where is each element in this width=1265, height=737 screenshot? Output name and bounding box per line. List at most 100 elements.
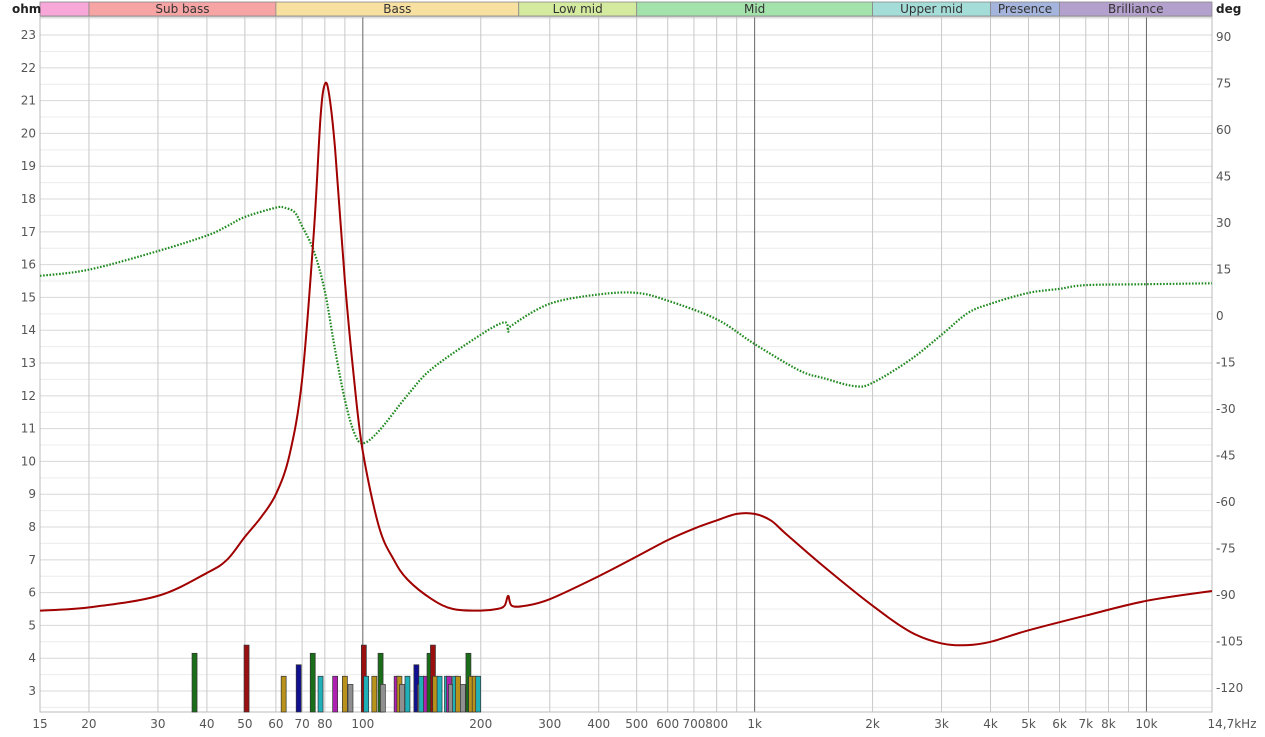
plot-frame xyxy=(39,16,1213,713)
x-tick-label: 8k xyxy=(1101,717,1116,731)
band-label: Presence xyxy=(998,2,1052,16)
x-tick-label: 500 xyxy=(625,717,648,731)
y-left-tick-label: 6 xyxy=(28,586,36,600)
band-low xyxy=(39,1,90,17)
y-left-tick-label: 10 xyxy=(21,454,36,468)
x-tick-label: 1k xyxy=(747,717,762,731)
y-right-tick-label: 90 xyxy=(1216,30,1231,44)
y-left-tick-label: 20 xyxy=(21,126,36,140)
x-tick-label: 600 xyxy=(656,717,679,731)
mode-bar xyxy=(191,652,198,713)
y-left-tick-label: 18 xyxy=(21,192,36,206)
x-tick-label: 5k xyxy=(1021,717,1036,731)
impedance-phase-chart: Sub bass Bass Low mid Mid Upper mid Presence B… xyxy=(12,1,1257,731)
y-right-tick-label: -45 xyxy=(1216,449,1236,463)
x-tick-label: 80 xyxy=(317,717,332,731)
y-left-tick-label: 14 xyxy=(21,323,36,337)
band-label: Mid xyxy=(744,2,765,16)
y-left-tick-label: 13 xyxy=(21,356,36,370)
frequency-bands: Sub bass Bass Low mid Mid Upper mid Presence B… xyxy=(39,1,1213,17)
y-right-tick-label: -105 xyxy=(1216,635,1243,649)
mode-bar xyxy=(418,675,425,713)
x-tick-label: 30 xyxy=(150,717,165,731)
x-tick-label: 3k xyxy=(934,717,949,731)
mode-bar xyxy=(404,675,411,713)
y-right-tick-label: 15 xyxy=(1216,263,1231,277)
y-right-tick-label: -30 xyxy=(1216,402,1236,416)
y-left-tick-label: 11 xyxy=(21,422,36,436)
x-tick-label: 300 xyxy=(538,717,561,731)
room-mode-markers xyxy=(191,644,482,713)
y-left-tick-label: 19 xyxy=(21,159,36,173)
axes: ohm deg3456789101112131415161718192021222… xyxy=(12,2,1257,731)
mode-bar xyxy=(399,684,405,713)
mode-bar xyxy=(317,675,324,713)
left-axis-unit: ohm xyxy=(12,2,41,16)
x-tick-label: 400 xyxy=(587,717,610,731)
band-label: Upper mid xyxy=(900,2,963,16)
y-left-tick-label: 9 xyxy=(28,487,36,501)
x-tick-label: 800 xyxy=(705,717,728,731)
x-tick-label: 40 xyxy=(199,717,214,731)
mode-bar xyxy=(243,644,250,713)
mode-bar xyxy=(455,675,461,713)
y-right-tick-label: -120 xyxy=(1216,681,1243,695)
band-label: Low mid xyxy=(553,2,603,16)
mode-bar xyxy=(371,675,378,713)
x-tick-label: 7k xyxy=(1078,717,1093,731)
impedance-curve xyxy=(39,81,1213,647)
band-label: Brilliance xyxy=(1108,2,1163,16)
y-right-tick-label: -75 xyxy=(1216,542,1236,556)
mode-bar xyxy=(309,652,316,713)
y-right-tick-label: 75 xyxy=(1216,77,1231,91)
y-left-tick-label: 7 xyxy=(28,553,36,567)
x-tick-label: 20 xyxy=(81,717,96,731)
mode-bar xyxy=(436,675,443,713)
mode-bar xyxy=(380,684,386,713)
band-label: Bass xyxy=(383,2,411,16)
x-tick-label: 10k xyxy=(1135,717,1157,731)
x-tick-label: 2k xyxy=(865,717,880,731)
mode-bar xyxy=(459,684,466,713)
x-tick-label: 6k xyxy=(1052,717,1067,731)
mode-bar xyxy=(347,684,354,713)
y-left-tick-label: 5 xyxy=(28,618,36,632)
y-left-tick-label: 12 xyxy=(21,389,36,403)
y-right-tick-label: -15 xyxy=(1216,356,1236,370)
y-right-tick-label: -90 xyxy=(1216,588,1236,602)
y-left-tick-label: 8 xyxy=(28,520,36,534)
y-left-tick-label: 15 xyxy=(21,290,36,304)
band-label: Sub bass xyxy=(155,2,209,16)
y-right-tick-label: 30 xyxy=(1216,216,1231,230)
y-left-tick-label: 17 xyxy=(21,225,36,239)
y-left-tick-label: 23 xyxy=(21,28,36,42)
y-left-tick-label: 21 xyxy=(21,94,36,108)
grid xyxy=(39,16,1213,713)
series xyxy=(39,81,1213,647)
x-tick-label: 700 xyxy=(682,717,705,731)
y-right-tick-label: 45 xyxy=(1216,170,1231,184)
y-right-tick-label: 0 xyxy=(1216,309,1224,323)
x-tick-label: 4k xyxy=(983,717,998,731)
x-tick-label: 70 xyxy=(294,717,309,731)
mode-bar xyxy=(280,675,287,713)
x-tick-label: 15 xyxy=(32,717,47,731)
y-right-tick-label: -60 xyxy=(1216,495,1236,509)
x-tick-label: 50 xyxy=(237,717,252,731)
mode-bar xyxy=(332,675,339,713)
mode-bar xyxy=(363,675,370,713)
mode-bar xyxy=(342,675,348,713)
phase-curve xyxy=(39,205,1213,445)
y-left-tick-label: 16 xyxy=(21,258,36,272)
y-left-tick-label: 3 xyxy=(28,684,36,698)
x-tick-label: 100 xyxy=(351,717,374,731)
y-left-tick-label: 22 xyxy=(21,61,36,75)
mode-bar xyxy=(475,675,482,713)
x-tick-label: 200 xyxy=(469,717,492,731)
mode-bar xyxy=(295,664,302,713)
y-left-tick-label: 4 xyxy=(28,651,36,665)
x-tick-label: 60 xyxy=(268,717,283,731)
x-tick-label: 14,7kHz xyxy=(1208,717,1257,731)
y-right-tick-label: 60 xyxy=(1216,123,1231,137)
right-axis-unit: deg xyxy=(1216,2,1241,16)
